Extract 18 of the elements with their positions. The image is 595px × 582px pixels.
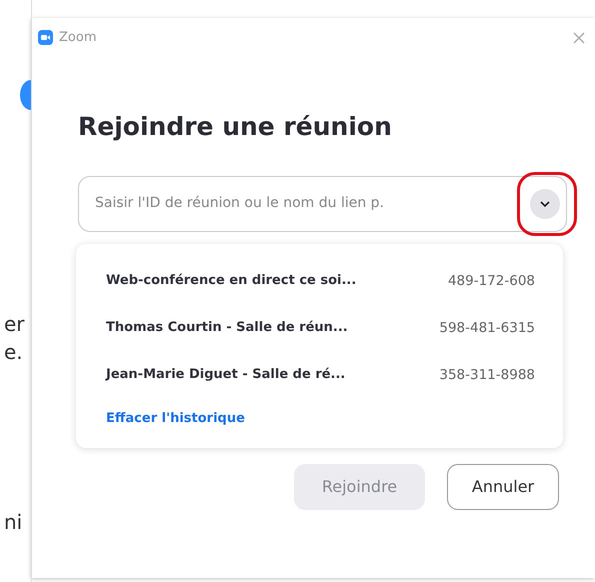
cancel-button[interactable]: Annuler (447, 464, 559, 510)
meeting-id-field[interactable]: Saisir l'ID de réunion ou le nom du lien p. (78, 176, 567, 232)
meeting-id: 489-172-608 (448, 272, 535, 291)
dialog-heading: Rejoindre une réunion (78, 111, 393, 143)
meeting-name[interactable]: Web-conférence en direct ce soi... (106, 271, 356, 291)
background-text: ni (4, 512, 24, 532)
camera-icon (38, 30, 53, 45)
close-icon (573, 32, 585, 44)
meeting-name[interactable]: Jean-Marie Diguet - Salle de ré... (106, 365, 346, 385)
meeting-id: 358-311-8988 (439, 366, 535, 385)
clear-history-link[interactable]: Effacer l'historique (106, 398, 245, 438)
meeting-id: 598-481-6315 (439, 318, 535, 338)
background-text: e. (4, 342, 24, 362)
dropdown-toggle-button[interactable] (530, 188, 560, 218)
meeting-name[interactable]: Thomas Courtin - Salle de réun... (106, 318, 348, 338)
window-title: Zoom (59, 28, 96, 47)
background-text: er (4, 314, 26, 334)
chevron-down-icon (540, 200, 550, 206)
